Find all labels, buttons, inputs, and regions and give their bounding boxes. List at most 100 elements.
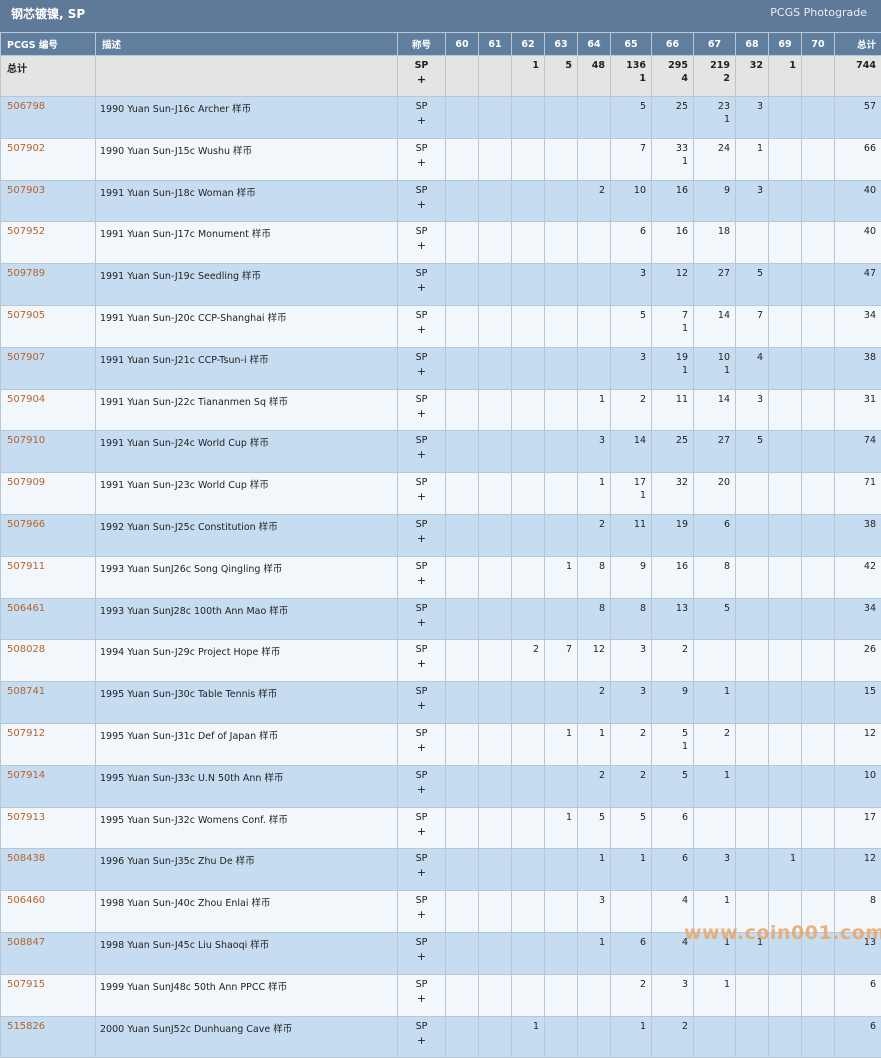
pcgs-code-link[interactable]: 507966 bbox=[7, 519, 45, 530]
grade-cell bbox=[512, 97, 545, 139]
grade-cell bbox=[802, 640, 835, 682]
grade-cell bbox=[578, 974, 611, 1016]
col-header-grade[interactable]: 65 bbox=[611, 33, 652, 56]
col-header-desc[interactable]: 描述 bbox=[96, 33, 398, 56]
grade-cell bbox=[736, 640, 769, 682]
grade-cell: 8 bbox=[578, 556, 611, 598]
grade-cell bbox=[769, 222, 802, 264]
grade-cell: 5 bbox=[545, 56, 578, 97]
grade-cell bbox=[479, 56, 512, 97]
grade-cell bbox=[479, 765, 512, 807]
designation-sp: SP bbox=[398, 766, 445, 781]
grade-cell bbox=[769, 640, 802, 682]
col-header-designation[interactable]: 称号 bbox=[398, 33, 446, 56]
grade-cell bbox=[545, 514, 578, 556]
description-cell: 1998 Yuan Sun-J45c Liu Shaoqi 样币 bbox=[96, 932, 398, 974]
col-header-grade[interactable]: 70 bbox=[802, 33, 835, 56]
pcgs-code-link[interactable]: 508028 bbox=[7, 644, 45, 655]
pcgs-code-link[interactable]: 507905 bbox=[7, 310, 45, 321]
pcgs-code-link[interactable]: 508438 bbox=[7, 853, 45, 864]
grade-cell bbox=[769, 1016, 802, 1058]
col-header-total[interactable]: 总计 bbox=[835, 33, 881, 56]
pcgs-code-link[interactable]: 507903 bbox=[7, 185, 45, 196]
grade-cell bbox=[769, 180, 802, 222]
grade-cell bbox=[446, 389, 479, 431]
grade-cell: 1 bbox=[512, 1016, 545, 1058]
pcgs-code-link[interactable]: 508741 bbox=[7, 686, 45, 697]
pcgs-code-link[interactable]: 507909 bbox=[7, 477, 45, 488]
designation-cell: SP+ bbox=[398, 932, 446, 974]
grade-cell bbox=[802, 138, 835, 180]
grade-cell bbox=[446, 765, 479, 807]
pcgs-code-link[interactable]: 506461 bbox=[7, 603, 45, 614]
row-total: 10 bbox=[835, 765, 881, 807]
grade-cell: 1 bbox=[769, 849, 802, 891]
pcgs-code-link[interactable]: 507913 bbox=[7, 812, 45, 823]
grade-cell bbox=[479, 180, 512, 222]
grade-cell bbox=[736, 974, 769, 1016]
grade-cell bbox=[479, 849, 512, 891]
grade-cell bbox=[446, 1016, 479, 1058]
pcgs-code-link[interactable]: 507912 bbox=[7, 728, 45, 739]
pcgs-code-link[interactable]: 508847 bbox=[7, 937, 45, 948]
col-header-grade[interactable]: 69 bbox=[769, 33, 802, 56]
col-header-grade[interactable]: 63 bbox=[545, 33, 578, 56]
grade-cell: 1 bbox=[611, 1016, 652, 1058]
pcgs-code-cell: 506460 bbox=[1, 891, 96, 933]
table-row: 5079121995 Yuan Sun-J31c Def of Japan 样币… bbox=[1, 723, 881, 765]
grade-cell bbox=[769, 473, 802, 515]
pcgs-code-link[interactable]: 515826 bbox=[7, 1021, 45, 1032]
designation-sp: SP bbox=[398, 975, 445, 990]
pcgs-code-link[interactable]: 507902 bbox=[7, 143, 45, 154]
grade-cell bbox=[736, 682, 769, 724]
pcgs-code-link[interactable]: 507915 bbox=[7, 979, 45, 990]
grade-cell: 32 bbox=[652, 473, 694, 515]
designation-sp: SP bbox=[398, 264, 445, 279]
pcgs-code-cell: 507909 bbox=[1, 473, 96, 515]
pcgs-code-link[interactable]: 507914 bbox=[7, 770, 45, 781]
pcgs-code-link[interactable]: 507952 bbox=[7, 226, 45, 237]
col-header-grade[interactable]: 61 bbox=[479, 33, 512, 56]
pcgs-code-link[interactable]: 507910 bbox=[7, 435, 45, 446]
row-total: 40 bbox=[835, 222, 881, 264]
col-header-grade[interactable]: 68 bbox=[736, 33, 769, 56]
designation-plus: + bbox=[398, 237, 445, 252]
pcgs-code-link[interactable]: 506460 bbox=[7, 895, 45, 906]
pcgs-code-link[interactable]: 507907 bbox=[7, 352, 45, 363]
col-header-grade[interactable]: 66 bbox=[652, 33, 694, 56]
description-cell: 1995 Yuan Sun-J32c Womens Conf. 样币 bbox=[96, 807, 398, 849]
designation-sp: SP bbox=[398, 390, 445, 405]
pcgs-code-link[interactable]: 507904 bbox=[7, 394, 45, 405]
grade-cell bbox=[446, 347, 479, 389]
grade-cell: 25 bbox=[652, 431, 694, 473]
grade-cell: 2 bbox=[611, 723, 652, 765]
grade-cell bbox=[545, 932, 578, 974]
table-row: 507913 1995 Yuan Sun-J32c Womens Conf. 样币… bbox=[1, 807, 881, 849]
pcgs-code-cell: 507910 bbox=[1, 431, 96, 473]
grade-cell bbox=[578, 1016, 611, 1058]
grade-cell: 6 bbox=[652, 849, 694, 891]
designation-cell: SP+ bbox=[398, 389, 446, 431]
grade-cell: 71 bbox=[652, 305, 694, 347]
grade-cell bbox=[446, 640, 479, 682]
grade-cell bbox=[545, 1016, 578, 1058]
pcgs-code-link[interactable]: 507911 bbox=[7, 561, 45, 572]
col-header-grade[interactable]: 64 bbox=[578, 33, 611, 56]
table-row: 5079041991 Yuan Sun-J22c Tiananmen Sq 样币… bbox=[1, 389, 881, 431]
pcgs-code-link[interactable]: 506798 bbox=[7, 101, 45, 112]
col-header-grade[interactable]: 60 bbox=[446, 33, 479, 56]
pcgs-code-cell: 508438 bbox=[1, 849, 96, 891]
pcgs-code-link[interactable]: 509789 bbox=[7, 268, 45, 279]
col-header-grade[interactable]: 62 bbox=[512, 33, 545, 56]
grade-cell: 1 bbox=[545, 807, 578, 849]
grade-cell bbox=[769, 974, 802, 1016]
designation-sp: SP bbox=[398, 557, 445, 572]
photograde-link[interactable]: PCGS Photograde bbox=[770, 6, 867, 19]
col-header-code[interactable]: PCGS 编号 bbox=[1, 33, 96, 56]
grade-cell bbox=[479, 514, 512, 556]
table-row: 5079661992 Yuan Sun-J25c Constitution 样币… bbox=[1, 514, 881, 556]
col-header-grade[interactable]: 67 bbox=[694, 33, 736, 56]
pcgs-code-cell: 507911 bbox=[1, 556, 96, 598]
grade-cell bbox=[446, 138, 479, 180]
grade-cell bbox=[512, 305, 545, 347]
